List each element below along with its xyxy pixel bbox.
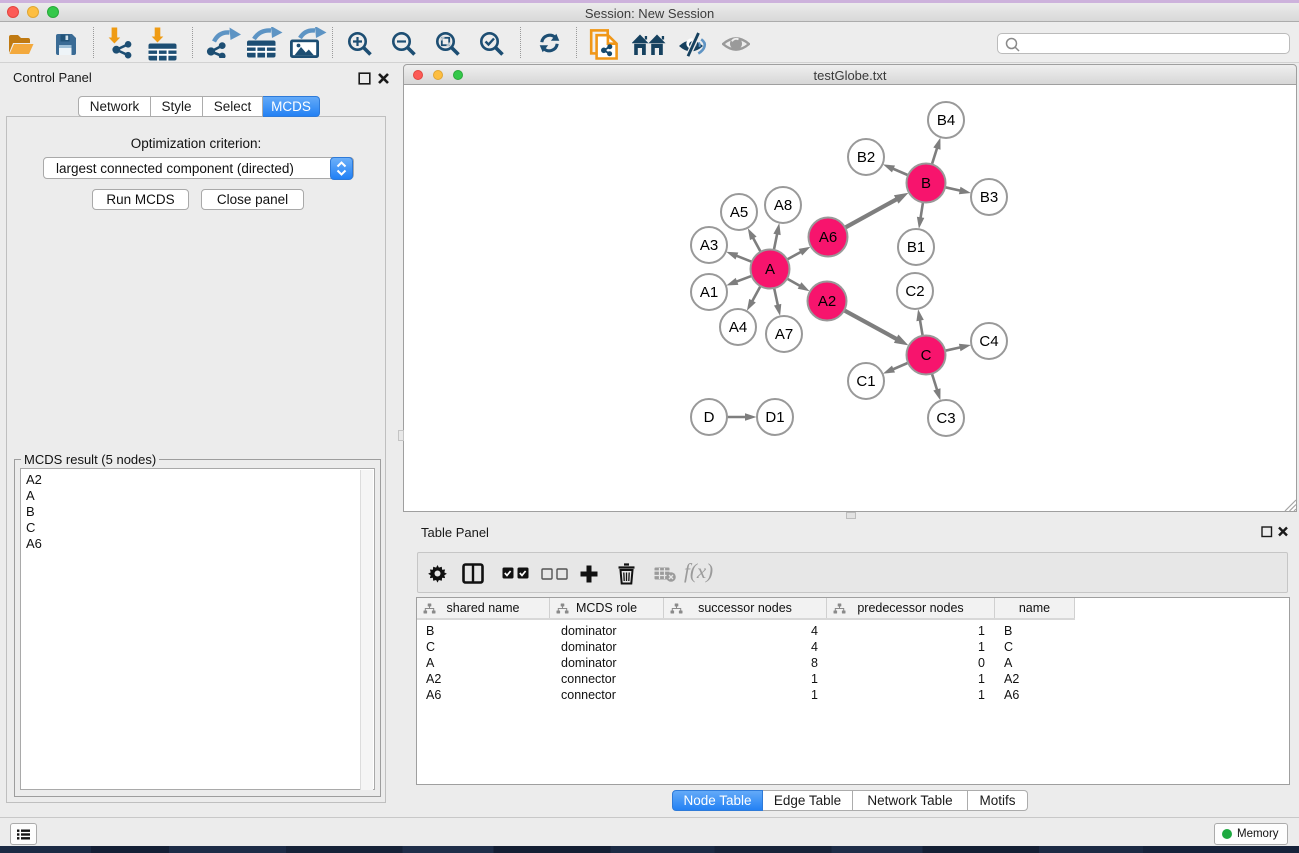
svg-text:A3: A3 [700,237,718,254]
svg-text:C4: C4 [979,333,998,350]
svg-text:B4: B4 [937,112,955,129]
svg-text:C3: C3 [936,410,955,427]
svg-text:A5: A5 [730,204,748,221]
svg-text:A6: A6 [819,229,837,246]
svg-text:A2: A2 [818,293,836,310]
svg-text:A: A [765,261,775,278]
svg-text:A7: A7 [775,326,793,343]
svg-text:C2: C2 [905,283,924,300]
svg-text:A1: A1 [700,284,718,301]
svg-text:A8: A8 [774,197,792,214]
svg-text:C1: C1 [856,373,875,390]
svg-text:B3: B3 [980,189,998,206]
svg-text:D1: D1 [765,409,784,426]
svg-text:B1: B1 [907,239,925,256]
svg-text:C: C [921,347,932,364]
svg-text:D: D [704,409,715,426]
svg-text:B2: B2 [857,149,875,166]
svg-text:A4: A4 [729,319,747,336]
svg-text:B: B [921,175,931,192]
